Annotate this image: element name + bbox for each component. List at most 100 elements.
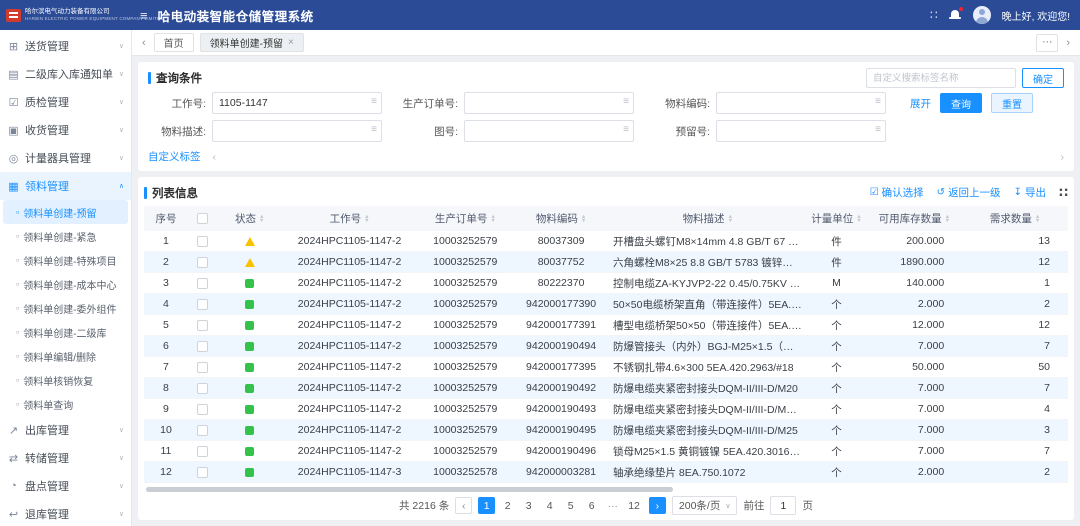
page-button[interactable]: 12 [625,497,643,514]
row-checkbox[interactable] [197,257,208,268]
column-header-status[interactable]: 状态▲▼ [218,211,282,226]
row-checkbox[interactable] [197,383,208,394]
column-header-unit[interactable]: 计量单位▲▼ [807,211,867,226]
notification-bell-icon[interactable] [949,9,962,22]
tab-current[interactable]: 领料单创建-预留 × [200,33,304,52]
sidebar-item-notice[interactable]: ▤二级库入库通知单∨ [0,60,131,88]
column-header-order_no[interactable]: 生产订单号▲▼ [417,211,513,226]
goto-page-input[interactable] [770,496,796,515]
scrollbar-thumb[interactable] [146,487,673,492]
export-button[interactable]: ↧导出 [1014,185,1046,200]
sort-icon[interactable]: ▲▼ [1035,215,1040,223]
page-button[interactable]: 5 [562,497,579,514]
table-row[interactable]: 122024HPC1105-1147-310003252578942000003… [144,462,1068,483]
sort-icon[interactable]: ▲▼ [945,215,950,223]
table-row[interactable]: 42024HPC1105-1147-2100032525799420001773… [144,294,1068,315]
custom-tag-name-input[interactable] [866,68,1016,88]
row-checkbox[interactable] [197,467,208,478]
tag-scroll-right-icon[interactable]: › [1061,151,1065,163]
page-button[interactable]: 2 [499,497,516,514]
sort-icon[interactable]: ▲▼ [728,215,733,223]
table-row[interactable]: 92024HPC1105-1147-2100032525799420001904… [144,399,1068,420]
column-settings-icon[interactable]: ∷ [1059,185,1068,201]
sort-icon[interactable]: ▲▼ [856,215,861,223]
sidebar-item-return[interactable]: ↩退库管理∨ [0,500,131,526]
sidebar-subitem[interactable]: ▫领料单创建-委外组件 [0,296,131,320]
row-checkbox[interactable] [197,299,208,310]
confirm-select-button[interactable]: ☑确认选择 [870,185,924,200]
row-checkbox[interactable] [197,446,208,457]
menu-collapse-icon[interactable]: ≡ [132,8,156,23]
sidebar-subitem[interactable]: ▫领料单编辑/删除 [0,344,131,368]
page-button[interactable]: 4 [541,497,558,514]
sidebar-subitem[interactable]: ▫领料单查询 [0,392,131,416]
row-checkbox[interactable] [197,236,208,247]
sort-icon[interactable]: ▲▼ [581,215,586,223]
sidebar-item-gauge[interactable]: ◎计量器具管理∨ [0,144,131,172]
table-row[interactable]: 72024HPC1105-1147-2100032525799420001773… [144,357,1068,378]
row-checkbox[interactable] [197,278,208,289]
order-no-input[interactable] [464,92,634,114]
row-checkbox[interactable] [197,320,208,331]
page-button[interactable]: 3 [520,497,537,514]
column-header-material_desc[interactable]: 物料描述▲▼ [609,211,807,226]
sidebar-subitem[interactable]: ▫领料单创建-预留 [3,200,128,224]
sidebar-subitem[interactable]: ▫领料单核销恢复 [0,368,131,392]
expand-link[interactable]: 展开 [910,96,931,111]
column-header-demand_qty[interactable]: 需求数量▲▼ [962,211,1068,226]
reset-button[interactable]: 重置 [991,93,1033,113]
column-header-material_code[interactable]: 物料编码▲▼ [513,211,609,226]
tabs-more-icon[interactable]: ⋯ [1036,34,1058,52]
fullscreen-icon[interactable]: ∷ [930,8,938,22]
reserve-no-input[interactable] [716,120,886,142]
work-no-input[interactable] [212,92,382,114]
table-row[interactable]: 32024HPC1105-1147-21000325257980222370控制… [144,273,1068,294]
field-list-icon[interactable]: ≡ [623,124,629,135]
material-desc-input[interactable] [212,120,382,142]
field-list-icon[interactable]: ≡ [371,96,377,107]
field-list-icon[interactable]: ≡ [623,96,629,107]
table-row[interactable]: 112024HPC1105-1147-210003252579942000190… [144,441,1068,462]
sidebar-item-outbound[interactable]: ↗出库管理∨ [0,416,131,444]
tag-scroll-left-icon[interactable]: ‹ [213,151,217,163]
material-code-input[interactable] [716,92,886,114]
field-list-icon[interactable]: ≡ [875,124,881,135]
sidebar-item-transfer[interactable]: ⇄转储管理∨ [0,444,131,472]
field-list-icon[interactable]: ≡ [371,124,377,135]
sidebar-item-delivery[interactable]: ⊞送货管理∨ [0,32,131,60]
back-level-button[interactable]: ↺返回上一级 [937,185,1001,200]
prev-page-button[interactable]: ‹ [455,497,472,514]
drawing-no-input[interactable] [464,120,634,142]
confirm-button[interactable]: 确定 [1022,68,1064,88]
column-header-stock_qty[interactable]: 可用库存数量▲▼ [866,211,962,226]
sidebar-item-receive[interactable]: ▣收货管理∨ [0,116,131,144]
next-page-button[interactable]: › [649,497,666,514]
search-button[interactable]: 查询 [940,93,982,113]
close-icon[interactable]: × [288,38,294,48]
row-checkbox[interactable] [197,404,208,415]
table-row[interactable]: 12024HPC1105-1147-21000325257980037309开槽… [144,231,1068,252]
row-checkbox[interactable] [197,341,208,352]
field-list-icon[interactable]: ≡ [875,96,881,107]
sort-icon[interactable]: ▲▼ [490,215,495,223]
page-button[interactable]: 1 [478,497,495,514]
column-header-work_no[interactable]: 工作号▲▼ [282,211,418,226]
sidebar-subitem[interactable]: ▫领料单创建-特殊项目 [0,248,131,272]
select-all-checkbox[interactable] [197,213,208,224]
page-button[interactable]: 6 [583,497,600,514]
page-size-select[interactable]: 200条/页∨ [672,496,738,515]
sidebar-item-qc[interactable]: ☑质检管理∨ [0,88,131,116]
table-row[interactable]: 22024HPC1105-1147-21000325257980037752六角… [144,252,1068,273]
table-row[interactable]: 52024HPC1105-1147-2100032525799420001773… [144,315,1068,336]
sort-icon[interactable]: ▲▼ [364,215,369,223]
sidebar-item-stocktake[interactable]: ◔盘点管理∨ [0,472,131,500]
table-row[interactable]: 102024HPC1105-1147-210003252579942000190… [144,420,1068,441]
tab-home[interactable]: 首页 [154,33,194,52]
sort-icon[interactable]: ▲▼ [259,215,264,223]
sidebar-item-material[interactable]: ▦领料管理∧ [0,172,131,200]
tabs-back-icon[interactable]: ‹ [140,37,148,49]
table-row[interactable]: 82024HPC1105-1147-2100032525799420001904… [144,378,1068,399]
custom-tag-label[interactable]: 自定义标签 [148,149,201,164]
sidebar-subitem[interactable]: ▫领料单创建-二级库 [0,320,131,344]
row-checkbox[interactable] [197,425,208,436]
